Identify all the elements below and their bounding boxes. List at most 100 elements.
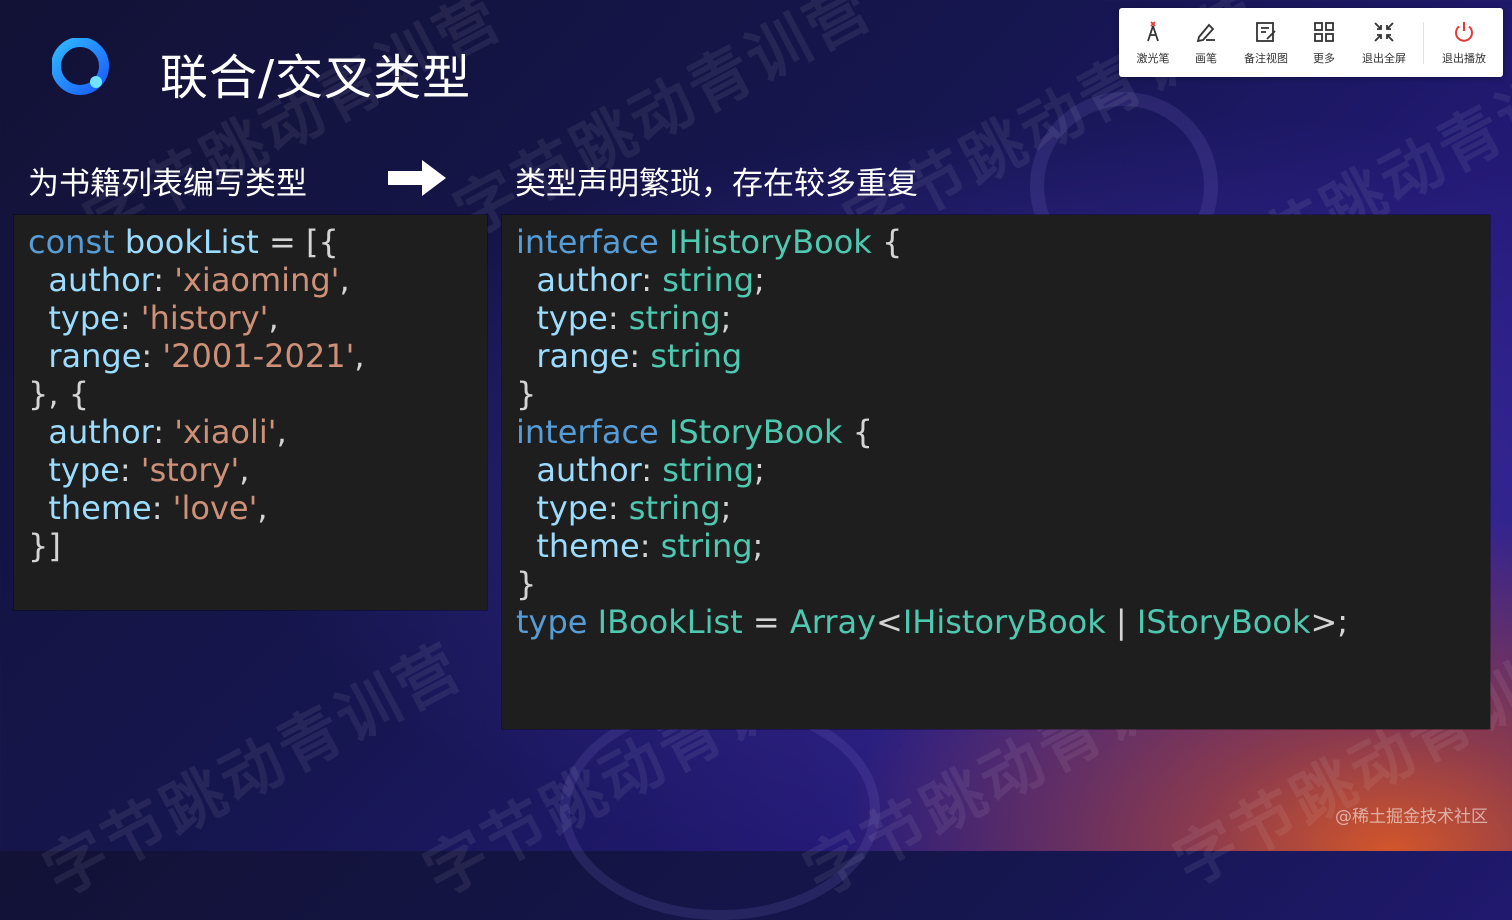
code-line: range: '2001-2021', (28, 337, 487, 375)
code-line: } (516, 565, 1490, 603)
code-token: author (48, 413, 154, 451)
exit-fullscreen-icon (1374, 21, 1394, 42)
code-token: } (516, 565, 537, 603)
pen-button[interactable]: 画笔 (1185, 8, 1227, 77)
code-line: author: string; (516, 451, 1490, 489)
code-token: 'history' (140, 299, 269, 337)
power-icon (1455, 21, 1473, 42)
toolbar-label: 激光笔 (1136, 51, 1170, 65)
right-arrow-icon (388, 160, 446, 196)
code-token: , (268, 299, 279, 337)
code-token: : (119, 451, 141, 489)
code-token: >; (1310, 603, 1349, 641)
laser-pointer-icon (1147, 20, 1159, 41)
code-line: range: string (516, 337, 1490, 375)
code-token: { (871, 223, 903, 261)
code-token: theme (536, 527, 640, 565)
code-token: Array (789, 603, 877, 641)
code-token: ; (752, 527, 764, 565)
code-token: : (151, 489, 173, 527)
code-token: interface (516, 413, 669, 451)
source-credit: @稀土掘金技术社区 (1335, 807, 1488, 827)
code-token: : (153, 413, 175, 451)
code-token: author (48, 261, 154, 299)
code-line: }] (28, 527, 487, 565)
code-token: : (639, 527, 661, 565)
code-token: string (662, 451, 755, 489)
code-token: range (536, 337, 630, 375)
code-token: const (28, 223, 125, 261)
code-token: , (257, 489, 268, 527)
code-line: type: string; (516, 299, 1490, 337)
code-token: : (119, 299, 141, 337)
code-line: interface IStoryBook { (516, 413, 1490, 451)
code-token: IBookList (597, 603, 743, 641)
more-button[interactable]: 更多 (1305, 8, 1343, 77)
code-block-interfaces: interface IHistoryBook { author: string;… (502, 215, 1490, 729)
code-token: : (607, 299, 629, 337)
right-caption: 类型声明繁琐，存在较多重复 (515, 166, 918, 202)
code-token: author (536, 451, 642, 489)
code-token: : (607, 489, 629, 527)
notes-view-button[interactable]: 备注视图 (1235, 8, 1297, 77)
code-token: , (276, 413, 287, 451)
code-token: string (660, 527, 753, 565)
code-line: type: 'history', (28, 299, 487, 337)
code-token: IStoryBook (1136, 603, 1311, 641)
code-line: type: string; (516, 489, 1490, 527)
code-token: ; (720, 489, 732, 527)
course-logo-icon (52, 38, 109, 95)
toolbar-label: 备注视图 (1244, 51, 1288, 65)
exit-playback-button[interactable]: 退出播放 (1433, 8, 1495, 77)
toolbar-label: 画笔 (1195, 51, 1217, 65)
code-token: = [{ (258, 223, 339, 261)
code-token: string (628, 299, 721, 337)
grid-more-icon (1314, 21, 1334, 42)
code-token: '2001-2021' (162, 337, 355, 375)
code-token: IHistoryBook (902, 603, 1106, 641)
code-token: string (662, 261, 755, 299)
slide-title: 联合/交叉类型 (160, 50, 472, 106)
code-line: author: string; (516, 261, 1490, 299)
left-caption: 为书籍列表编写类型 (28, 166, 307, 202)
code-token: 'xiaoli' (174, 413, 277, 451)
code-token: author (536, 261, 642, 299)
code-token: string (650, 337, 743, 375)
code-line: type: 'story', (28, 451, 487, 489)
exit-fullscreen-button[interactable]: 退出全屏 (1355, 8, 1413, 77)
code-token: interface (516, 223, 669, 261)
code-token: , (339, 261, 350, 299)
laser-pointer-button[interactable]: 激光笔 (1129, 8, 1177, 77)
code-token: | (1105, 603, 1137, 641)
toolbar-label: 退出播放 (1442, 51, 1486, 65)
code-block-booklist: const bookList = [{ author: 'xiaoming', … (14, 215, 487, 610)
code-token: : (641, 261, 663, 299)
code-token: IStoryBook (668, 413, 843, 451)
code-token: { (842, 413, 874, 451)
code-line: interface IHistoryBook { (516, 223, 1490, 261)
code-token: : (141, 337, 163, 375)
code-token: type (536, 299, 608, 337)
presentation-toolbar: 激光笔 画笔 备注视图 更多 退出全屏 退出播放 (1119, 8, 1503, 77)
code-token: }] (28, 527, 61, 565)
code-token: 'story' (140, 451, 240, 489)
code-token: } (516, 375, 537, 413)
code-line: const bookList = [{ (28, 223, 487, 261)
code-line: theme: string; (516, 527, 1490, 565)
code-line: author: 'xiaoming', (28, 261, 487, 299)
code-token: bookList (124, 223, 259, 261)
code-token: ; (754, 451, 765, 489)
toolbar-label: 退出全屏 (1362, 51, 1406, 65)
code-token: , (239, 451, 250, 489)
code-token: 'love' (172, 489, 258, 527)
notes-view-icon (1256, 21, 1276, 42)
code-token: : (153, 261, 175, 299)
